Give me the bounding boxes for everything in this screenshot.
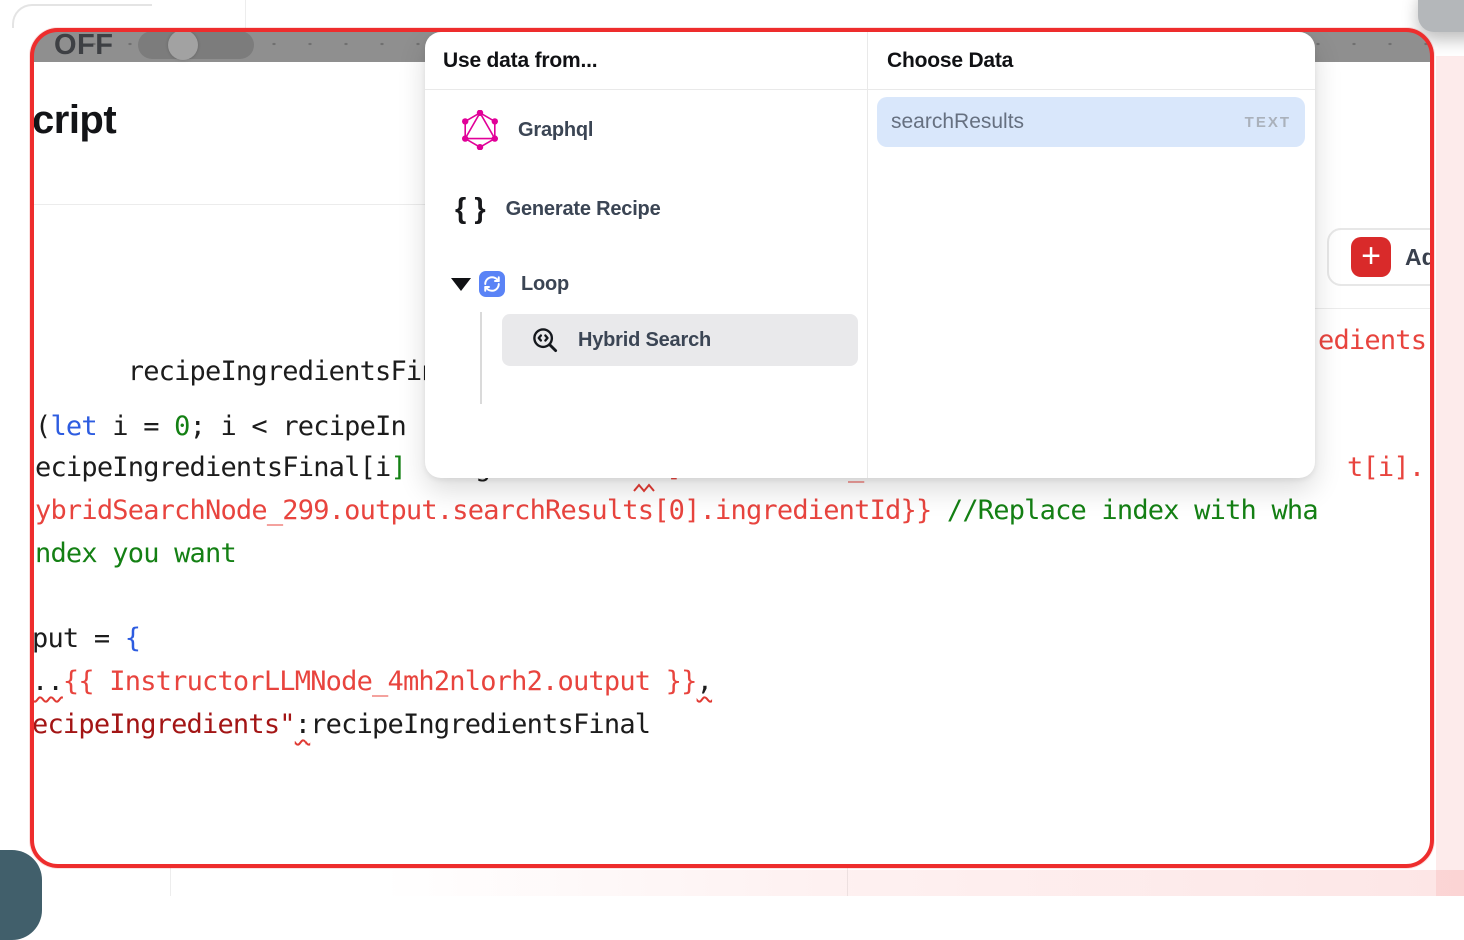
popup-header-divider xyxy=(425,89,1315,90)
data-picker-popup: Use data from... Choose Data Graphql { } xyxy=(425,32,1315,478)
tree-indent-line xyxy=(480,312,482,404)
code-line: ecipeIngredientsFinal[i] xyxy=(35,452,406,483)
code-search-icon xyxy=(530,325,560,355)
code-line-fragment: t[i]. xyxy=(1347,452,1424,483)
code-line: ..{{ InstructorLLMNode_4mh2nlorh2.output… xyxy=(32,666,712,697)
source-item-loop[interactable]: Loop xyxy=(451,256,569,312)
code-line: put = { xyxy=(32,623,140,654)
canvas-gridline xyxy=(170,868,171,896)
chevron-down-icon[interactable] xyxy=(451,278,471,291)
source-item-hybrid-search[interactable]: Hybrid Search xyxy=(502,314,858,366)
source-item-label: Loop xyxy=(521,273,569,296)
spellcheck-squiggle xyxy=(633,483,659,493)
data-item-label: searchResults xyxy=(891,110,1024,134)
data-item-searchresults[interactable]: searchResults TEXT xyxy=(877,97,1305,147)
source-item-graphql[interactable]: Graphql xyxy=(460,102,593,158)
choose-data-header: Choose Data xyxy=(887,32,1013,89)
source-item-label: Hybrid Search xyxy=(578,329,711,352)
code-line-fragment: edients xyxy=(1318,325,1426,356)
canvas-gridline xyxy=(245,0,246,28)
source-item-label: Graphql xyxy=(518,119,593,142)
data-type-badge: TEXT xyxy=(1245,114,1291,131)
script-node-panel: OFF cript + Ad recipeIngredientsFinal ed… xyxy=(30,28,1434,868)
source-item-label: Generate Recipe xyxy=(506,198,661,221)
code-line: ndex you want xyxy=(35,538,236,569)
loop-icon xyxy=(479,271,505,297)
source-item-generate-recipe[interactable]: { } Generate Recipe xyxy=(455,181,661,237)
code-line: recipeIngredientsFinal xyxy=(35,325,468,418)
background-card-corner xyxy=(12,4,152,28)
code-line: (let i = 0; i < recipeIn xyxy=(35,411,406,442)
highlight-tint-right xyxy=(1436,56,1464,896)
popup-column-divider xyxy=(867,32,868,478)
code-line: ecipeIngredients":recipeIngredientsFinal xyxy=(32,709,650,740)
use-data-from-header: Use data from... xyxy=(443,32,597,89)
code-line: ybridSearchNode_299.output.searchResults… xyxy=(35,495,1318,526)
braces-icon: { } xyxy=(455,193,486,226)
graphql-icon xyxy=(460,110,500,150)
highlight-tint-bottom xyxy=(380,870,1464,896)
